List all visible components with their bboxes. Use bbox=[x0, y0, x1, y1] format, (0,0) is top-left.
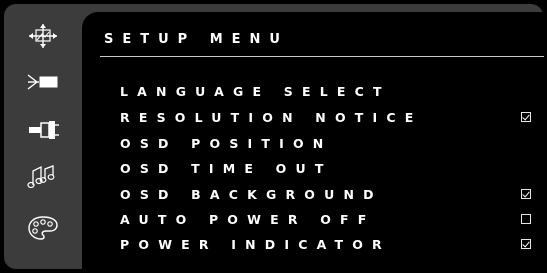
resolution-notice-checkbox[interactable] bbox=[521, 112, 531, 122]
menu-item-auto-power-off[interactable]: AUTO POWER OFF bbox=[120, 209, 540, 231]
audio-icon bbox=[27, 165, 55, 189]
menu-item-label: OSD TIME OUT bbox=[120, 161, 333, 176]
menu-item-osd-time-out[interactable]: OSD TIME OUT bbox=[120, 158, 540, 180]
menu-item-osd-background[interactable]: OSD BACKGROUND bbox=[120, 184, 540, 206]
menu-item-power-indicator[interactable]: POWER INDICATOR bbox=[120, 234, 540, 256]
rail-item-position[interactable] bbox=[21, 18, 65, 54]
rail-item-audio[interactable] bbox=[21, 160, 65, 196]
power-indicator-checkbox[interactable] bbox=[521, 239, 531, 249]
rail-item-input[interactable] bbox=[21, 64, 65, 100]
menu-item-language-select[interactable]: LANGUAGE SELECT bbox=[120, 81, 540, 103]
rail-item-color[interactable] bbox=[21, 210, 65, 246]
menu-item-label: RESOLUTION NOTICE bbox=[120, 110, 423, 125]
menu-item-resolution-notice[interactable]: RESOLUTION NOTICE bbox=[120, 107, 540, 129]
move-arrows-icon bbox=[29, 24, 57, 48]
menu-item-label: AUTO POWER OFF bbox=[120, 212, 376, 227]
setup-menu-panel: SETUP MENU LANGUAGE SELECT RESOLUTION NO… bbox=[82, 12, 547, 269]
auto-power-off-checkbox[interactable] bbox=[521, 214, 531, 224]
menu-item-osd-position[interactable]: OSD POSITION bbox=[120, 133, 540, 155]
menu-item-label: OSD POSITION bbox=[120, 136, 333, 151]
icon-rail bbox=[12, 14, 74, 269]
rail-item-connector[interactable] bbox=[21, 112, 65, 148]
osd-background-checkbox[interactable] bbox=[521, 189, 531, 199]
menu-item-label: LANGUAGE SELECT bbox=[120, 84, 391, 99]
input-source-icon bbox=[27, 74, 58, 90]
menu-item-label: OSD BACKGROUND bbox=[120, 187, 383, 202]
connector-icon bbox=[29, 121, 59, 139]
menu-title: SETUP MENU bbox=[104, 32, 289, 47]
title-divider bbox=[100, 56, 544, 57]
menu-item-label: POWER INDICATOR bbox=[120, 237, 391, 252]
palette-icon bbox=[28, 216, 58, 240]
osd-window: SETUP MENU LANGUAGE SELECT RESOLUTION NO… bbox=[4, 4, 547, 269]
